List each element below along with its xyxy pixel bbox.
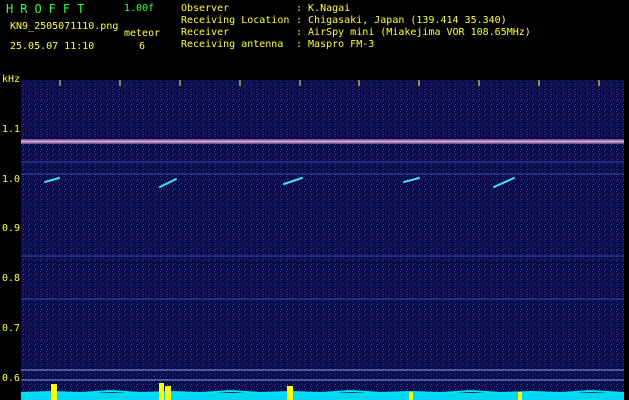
y-tick-label: 0.8 (2, 273, 21, 284)
antenna-value: : Maspro FM-3 (296, 39, 375, 50)
spectrum-strip (21, 393, 624, 400)
receiver-value: : AirSpy mini (Miakejima VOR 108.65MHz) (296, 27, 531, 38)
meteor-label: meteor (124, 28, 161, 39)
y-tick-label: 1.1 (2, 124, 21, 135)
location-label: Receiving Location (181, 15, 290, 26)
app-version: 1.00f (124, 3, 155, 14)
observer-value: : K.Nagai (296, 3, 351, 14)
file-name: KN9_2505071110.png (10, 21, 119, 32)
y-axis-unit: kHz (2, 74, 21, 85)
header-panel: HROFFT 1.00f KN9_2505071110.png meteor 6… (0, 0, 629, 75)
meteor-count: 6 (139, 41, 146, 52)
antenna-label: Receiving antenna (181, 39, 284, 50)
spectrogram-plot[interactable] (21, 80, 624, 400)
spectrogram-canvas (21, 80, 624, 400)
observer-label: Observer (181, 3, 230, 14)
y-tick-label: 0.9 (2, 223, 21, 234)
y-tick-label: 0.6 (2, 373, 21, 384)
record-datetime: 25.05.07 11:10 (10, 41, 95, 52)
receiver-label: Receiver (181, 27, 230, 38)
y-tick-label: 1.0 (2, 174, 21, 185)
location-value: : Chigasaki, Japan (139.414 35.340) (296, 15, 507, 26)
app-title: HROFFT (6, 2, 92, 16)
noise-background (21, 80, 624, 400)
y-tick-label: 0.7 (2, 323, 21, 334)
